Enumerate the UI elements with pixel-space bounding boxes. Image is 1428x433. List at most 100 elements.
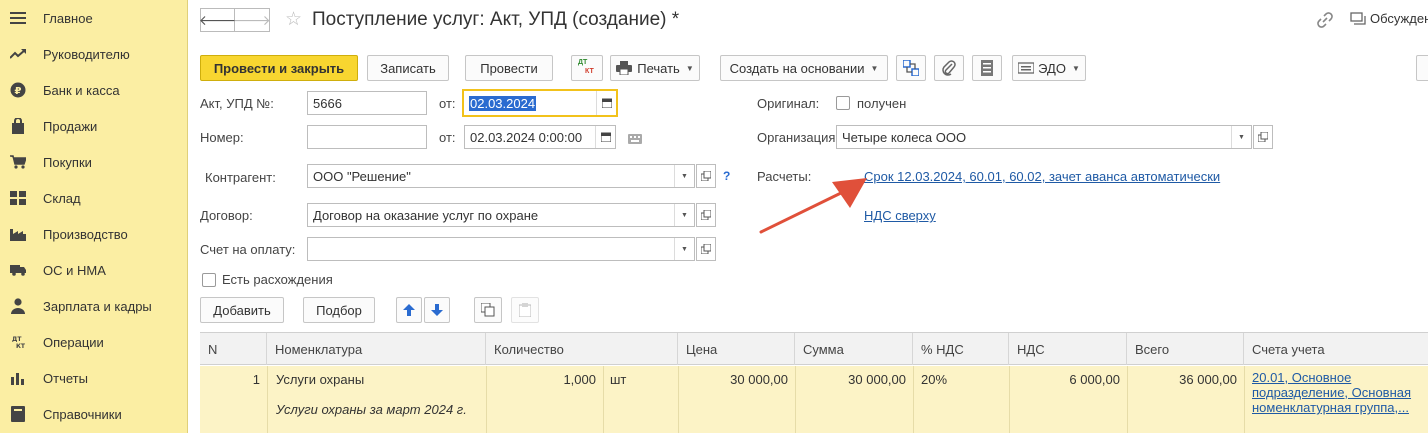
dropdown-arrow-icon[interactable]: ▼	[1231, 126, 1251, 148]
discuss-button[interactable]: Обсуждение	[1350, 11, 1428, 26]
create-based-on-button[interactable]: Создать на основании ▼	[720, 55, 888, 81]
sidebar-item-sales[interactable]: Продажи	[0, 108, 188, 144]
column-header-vat-rate[interactable]: % НДС	[913, 333, 1009, 365]
column-header-accounts[interactable]: Счета учета	[1244, 333, 1428, 365]
sidebar-item-production[interactable]: Производство	[0, 216, 188, 252]
number-input[interactable]	[307, 125, 427, 149]
move-up-button[interactable]	[396, 297, 422, 323]
post-and-close-button[interactable]: Провести и закрыть	[200, 55, 358, 81]
act-date-input[interactable]: 02.03.2024	[462, 89, 618, 117]
column-header-n[interactable]: N	[200, 333, 267, 365]
act-number-input[interactable]: 5666	[307, 91, 427, 115]
number-date-from-label: от:	[439, 130, 456, 145]
sidebar-item-label: Отчеты	[43, 370, 88, 386]
sidebar-item-manager[interactable]: Руководителю	[0, 36, 188, 72]
trend-icon	[10, 46, 26, 62]
history-nav: 🡐 🡒	[199, 8, 271, 32]
truck-icon	[10, 262, 26, 278]
cell-vat: 6 000,00	[1069, 372, 1120, 387]
organization-open-button[interactable]	[1253, 125, 1273, 149]
calendar-icon[interactable]	[596, 91, 616, 115]
sidebar-item-references[interactable]: Справочники	[0, 396, 188, 432]
column-header-sum[interactable]: Сумма	[795, 333, 913, 365]
sidebar-item-assets[interactable]: ОС и НМА	[0, 252, 188, 288]
sidebar-item-salary[interactable]: Зарплата и кадры	[0, 288, 188, 324]
vat-on-top-link[interactable]: НДС сверху	[864, 208, 936, 223]
organization-input[interactable]: Четыре колеса ООО ▼	[836, 125, 1252, 149]
cell-accounts-link[interactable]: 20.01, Основное подразделение, Основная …	[1252, 370, 1411, 415]
discuss-label: Обсуждение	[1370, 11, 1428, 26]
dropdown-arrow-icon[interactable]: ▼	[674, 165, 694, 187]
column-divider	[913, 366, 914, 433]
contractor-input[interactable]: ООО "Решение" ▼	[307, 164, 695, 188]
sidebar-item-warehouse[interactable]: Склад	[0, 180, 188, 216]
column-header-item[interactable]: Номенклатура	[267, 333, 486, 365]
calendar-icon[interactable]	[595, 126, 615, 148]
report-button[interactable]	[972, 55, 1002, 81]
more-button[interactable]	[1416, 55, 1428, 81]
sidebar-item-purchases[interactable]: Покупки	[0, 144, 188, 180]
cell-item-description: Услуги охраны за март 2024 г.	[276, 402, 467, 417]
dt-label: ДТ	[578, 59, 588, 66]
save-label: Записать	[380, 60, 436, 76]
invoice-open-button[interactable]	[696, 237, 716, 261]
favorite-star-icon[interactable]: ☆	[285, 8, 302, 32]
dropdown-arrow-icon[interactable]: ▼	[674, 238, 694, 260]
sidebar-item-main[interactable]: Главное	[0, 0, 188, 36]
original-received-checkbox[interactable]	[836, 96, 850, 110]
number-label: Номер:	[200, 130, 244, 145]
contract-input[interactable]: Договор на оказание услуг по охране ▼	[307, 203, 695, 227]
column-header-price[interactable]: Цена	[678, 333, 795, 365]
copy-row-button[interactable]	[474, 297, 502, 323]
ruble-icon: ₽	[10, 82, 26, 98]
keyboard-icon[interactable]	[628, 132, 642, 147]
dt-kt-button[interactable]: ДТ КТ	[571, 55, 603, 81]
attach-button[interactable]	[934, 55, 964, 81]
back-button[interactable]: 🡐	[199, 8, 236, 32]
warehouse-icon	[10, 190, 26, 206]
edo-label: ЭДО	[1038, 60, 1066, 76]
sidebar-item-label: ОС и НМА	[43, 262, 106, 278]
sidebar-item-label: Склад	[43, 190, 81, 206]
act-number-value: 5666	[313, 95, 342, 111]
cell-unit: шт	[610, 372, 627, 387]
column-header-total[interactable]: Всего	[1127, 333, 1244, 365]
sidebar-item-operations[interactable]: ДТ КТ Операции	[0, 324, 188, 360]
contract-open-button[interactable]	[696, 203, 716, 227]
add-row-button[interactable]: Добавить	[200, 297, 284, 323]
post-button[interactable]: Провести	[465, 55, 553, 81]
number-date-input[interactable]: 02.03.2024 0:00:00	[464, 125, 616, 149]
contractor-open-button[interactable]	[696, 164, 716, 188]
sidebar-item-label: Главное	[43, 10, 93, 26]
invoice-input[interactable]: ▼	[307, 237, 695, 261]
column-header-vat[interactable]: НДС	[1009, 333, 1127, 365]
discrepancy-checkbox[interactable]	[202, 273, 216, 287]
save-button[interactable]: Записать	[367, 55, 449, 81]
sidebar-item-reports[interactable]: Отчеты	[0, 360, 188, 396]
printer-icon	[616, 61, 633, 75]
cell-item: Услуги охраны	[276, 372, 365, 387]
paste-row-button[interactable]	[511, 297, 539, 323]
move-down-button[interactable]	[424, 297, 450, 323]
sidebar-item-bank[interactable]: ₽ Банк и касса	[0, 72, 188, 108]
link-icon[interactable]	[1316, 11, 1334, 29]
pick-button[interactable]: Подбор	[303, 297, 375, 323]
structure-icon	[903, 60, 919, 76]
settlements-link[interactable]: Срок 12.03.2024, 60.01, 60.02, зачет ава…	[864, 169, 1220, 184]
dropdown-arrow-icon[interactable]: ▼	[674, 204, 694, 226]
arrow-right-icon: 🡒	[233, 11, 271, 28]
svg-text:₽: ₽	[15, 86, 22, 97]
paste-icon	[519, 303, 531, 317]
discrepancy-label: Есть расхождения	[222, 272, 333, 287]
cell-qty: 1,000	[563, 372, 596, 387]
help-icon[interactable]: ?	[723, 169, 730, 183]
contract-label: Договор:	[200, 208, 253, 223]
forward-button[interactable]: 🡒	[233, 8, 271, 32]
print-button[interactable]: Печать ▼	[610, 55, 700, 81]
edo-button[interactable]: ЭДО ▼	[1012, 55, 1086, 81]
column-header-qty[interactable]: Количество	[486, 333, 678, 365]
column-divider	[1009, 366, 1010, 433]
structure-button[interactable]	[896, 55, 926, 81]
svg-text:КТ: КТ	[16, 343, 26, 350]
column-divider	[267, 366, 268, 433]
